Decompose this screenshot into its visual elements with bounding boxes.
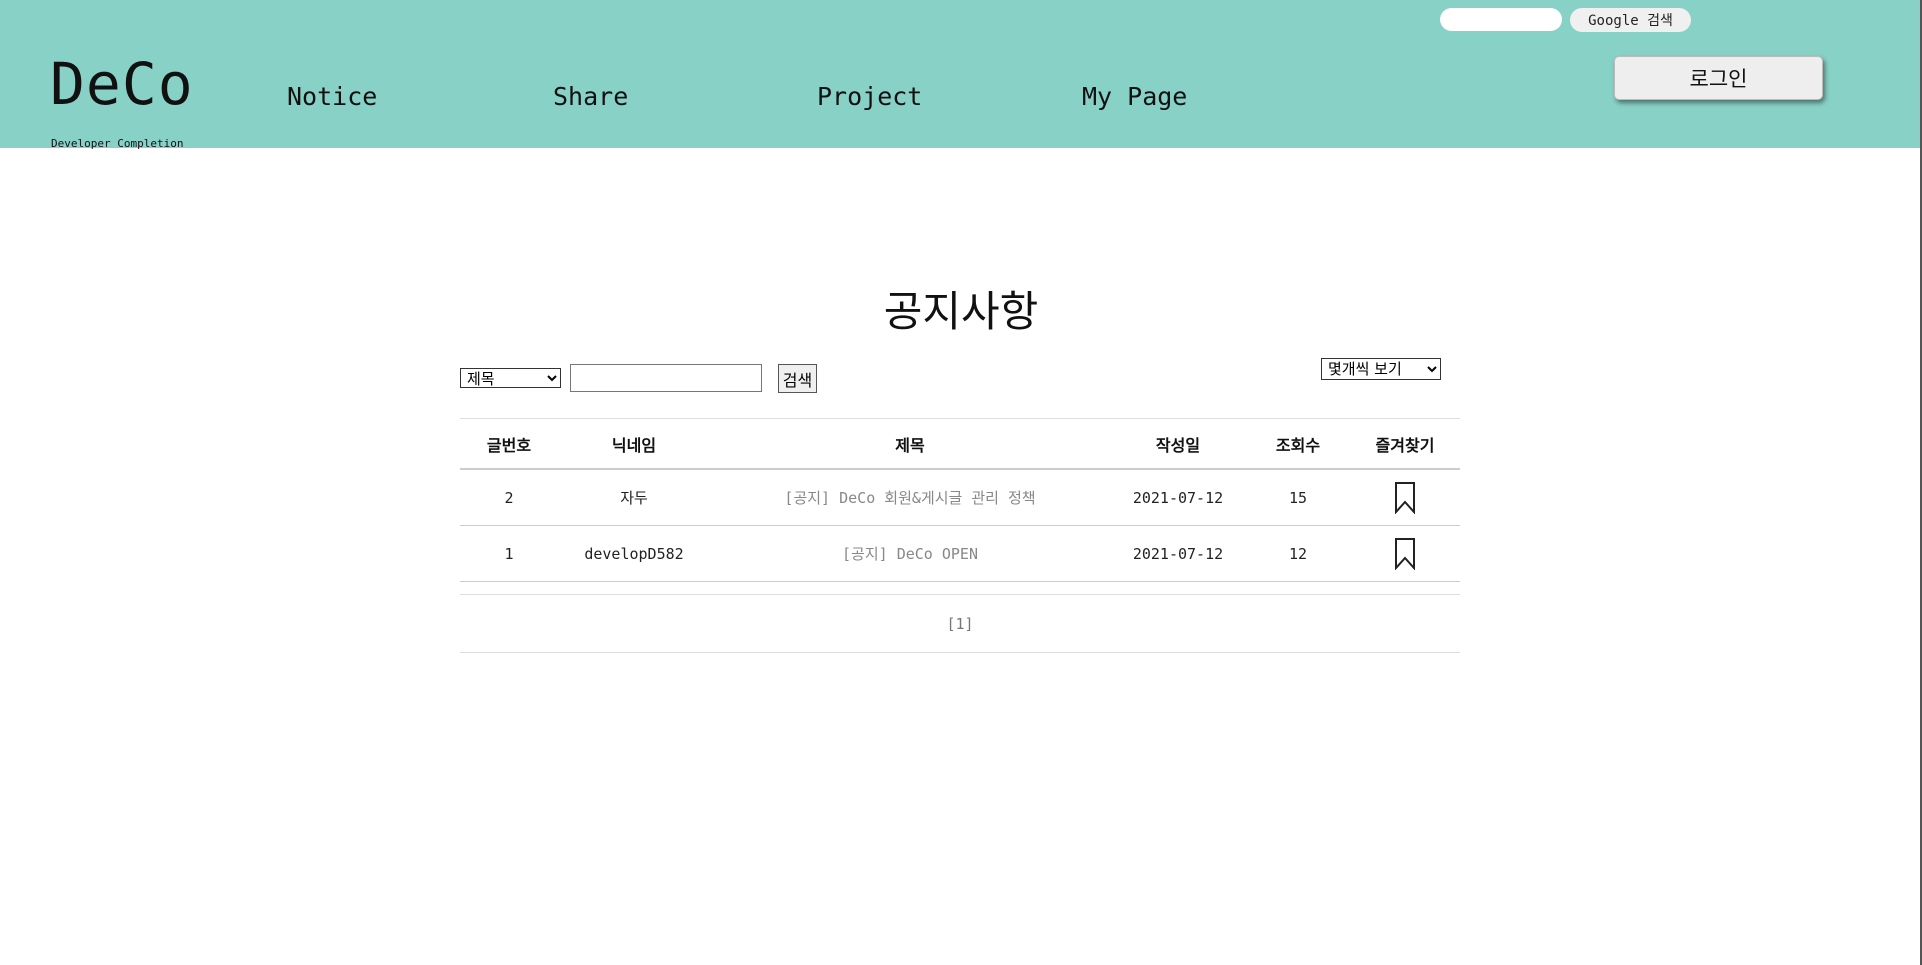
- table-row: 1 developD582 [공지] DeCo OPEN 2021-07-12 …: [460, 525, 1460, 582]
- search-field-select[interactable]: 제목: [460, 368, 561, 388]
- column-header-no: 글번호: [460, 418, 558, 470]
- login-button[interactable]: 로그인: [1614, 56, 1823, 100]
- bookmark-outline-icon[interactable]: [1394, 537, 1416, 570]
- nav-notice[interactable]: Notice: [287, 84, 377, 109]
- bookmark-cell: [1350, 469, 1460, 526]
- post-nickname: developD582: [558, 525, 710, 582]
- table-spacer-row: [460, 582, 1460, 595]
- page-title: 공지사항: [883, 287, 1039, 336]
- post-number: 2: [460, 469, 558, 526]
- pagination-link[interactable]: [1]: [460, 594, 1460, 653]
- post-number: 1: [460, 525, 558, 582]
- notice-table: 글번호 닉네임 제목 작성일 조회수 즐겨찾기 2 자두 [공지] DeCo 회…: [460, 418, 1460, 653]
- spacer-cell: [460, 582, 1460, 595]
- post-nickname: 자두: [558, 469, 710, 526]
- nav-share[interactable]: Share: [553, 84, 628, 109]
- post-views: 12: [1246, 525, 1350, 582]
- column-header-date: 작성일: [1110, 418, 1246, 470]
- google-search-input[interactable]: [1440, 8, 1562, 31]
- column-header-views: 조회수: [1246, 418, 1350, 470]
- post-date: 2021-07-12: [1110, 469, 1246, 526]
- page-size-select[interactable]: 몇개씩 보기: [1321, 358, 1441, 380]
- post-title-link[interactable]: [공지] DeCo OPEN: [710, 525, 1110, 582]
- nav-project[interactable]: Project: [817, 84, 922, 109]
- site-logo[interactable]: DeCo: [50, 55, 194, 113]
- site-logo-subtitle: Developer Completion: [51, 137, 184, 150]
- column-header-title: 제목: [710, 418, 1110, 470]
- site-header: DeCo Developer Completion Notice Share P…: [0, 0, 1922, 150]
- pagination-row: [1]: [460, 594, 1460, 653]
- post-views: 15: [1246, 469, 1350, 526]
- google-search-button[interactable]: Google 검색: [1570, 8, 1691, 32]
- post-title-link[interactable]: [공지] DeCo 회원&게시글 관리 정책: [710, 469, 1110, 526]
- nav-my-page[interactable]: My Page: [1082, 84, 1187, 109]
- column-header-nickname: 닉네임: [558, 418, 710, 470]
- post-date: 2021-07-12: [1110, 525, 1246, 582]
- search-button[interactable]: 검색: [778, 364, 817, 393]
- bookmark-cell: [1350, 525, 1460, 582]
- bookmark-outline-icon[interactable]: [1394, 481, 1416, 514]
- search-input[interactable]: [570, 364, 762, 392]
- table-row: 2 자두 [공지] DeCo 회원&게시글 관리 정책 2021-07-12 1…: [460, 469, 1460, 526]
- table-header-row: 글번호 닉네임 제목 작성일 조회수 즐겨찾기: [460, 418, 1460, 470]
- column-header-bookmark: 즐겨찾기: [1350, 418, 1460, 470]
